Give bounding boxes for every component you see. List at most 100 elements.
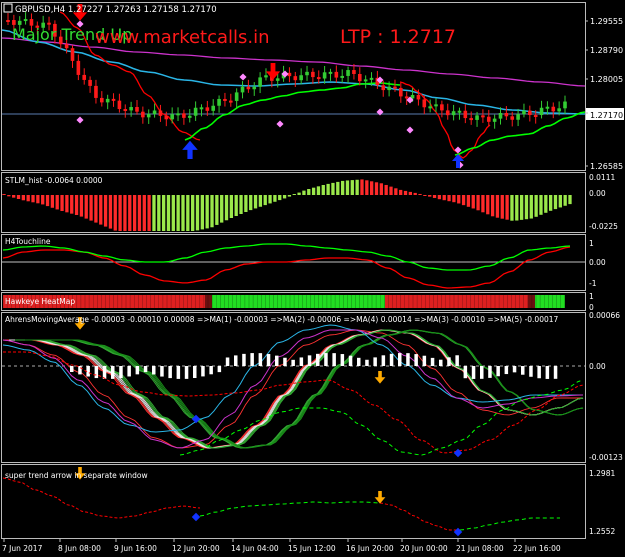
candle-body: [88, 79, 92, 86]
ama-hist-bar: [316, 353, 320, 366]
stlm-bar: [548, 195, 553, 211]
candle-body: [141, 111, 145, 118]
candle-body: [123, 109, 128, 112]
stlm-bar: [336, 181, 340, 195]
stlm-bar: [461, 195, 466, 206]
stlm-bar: [45, 195, 50, 207]
ama-hist-bar: [135, 366, 140, 375]
candle-body: [170, 114, 174, 120]
ama-hist-bar: [168, 366, 172, 379]
stlm-bar: [113, 195, 117, 231]
stlm-bar: [103, 195, 108, 227]
stlm-bar: [457, 195, 461, 204]
st-tick: 1.2552: [589, 527, 615, 536]
candle-body: [563, 101, 567, 109]
candle-body: [164, 115, 169, 120]
stlm-bar: [65, 195, 69, 213]
stlm-bar: [466, 195, 471, 207]
stlm-bar: [229, 195, 234, 218]
chart-menu-icon[interactable]: [3, 3, 13, 13]
stlm-bar: [321, 185, 325, 195]
ama-hist-bar: [217, 366, 222, 373]
stlm-bar: [166, 195, 171, 231]
candle-body: [528, 110, 532, 116]
candle-body: [363, 79, 368, 82]
stlm-bar: [292, 194, 296, 195]
stlm-bar: [442, 195, 446, 201]
stlm-bar: [282, 195, 287, 199]
stlm-bar: [505, 195, 509, 220]
stlm-bar: [452, 195, 456, 203]
stlm-bar: [355, 179, 359, 195]
ama-ribbon-line: [29, 329, 584, 449]
stlm-bar: [142, 195, 146, 231]
red-trail-line-2: [399, 81, 491, 159]
candle-body: [545, 106, 550, 109]
stlm-bar: [79, 195, 84, 217]
stlm-bar: [534, 195, 538, 217]
ama-hist-bar: [348, 355, 353, 366]
ama-hist-bar: [553, 366, 558, 379]
ama-hist-bar: [275, 355, 279, 366]
candle-body: [229, 100, 233, 103]
stlm-bar: [423, 195, 427, 196]
stlm-bar: [524, 195, 529, 220]
stlm-bar: [278, 195, 282, 201]
signal-dot: [239, 73, 247, 81]
stlm-bar: [374, 182, 379, 195]
candle-body: [258, 77, 262, 87]
h4-tick: -1: [589, 279, 597, 288]
stlm-bar: [21, 195, 26, 201]
stlm-bar: [55, 195, 59, 210]
candle-body: [316, 77, 321, 80]
stlm-bar: [326, 183, 330, 195]
candle-body: [428, 106, 432, 109]
stlm-bar: [94, 195, 98, 223]
stlm-bar: [195, 195, 200, 231]
candle-body: [551, 106, 556, 112]
ama-hist-bar: [299, 357, 304, 366]
candle-body: [399, 87, 403, 97]
ama-hist-bar: [119, 366, 123, 379]
ama-tick: -0.00123: [589, 453, 623, 462]
watermark-site: www.marketcalls.in: [95, 27, 270, 48]
ama-hist-bar: [357, 357, 361, 366]
x-axis-label: 21 Jun 08:00: [456, 544, 504, 553]
x-axis-label: 14 Jun 04:00: [231, 544, 279, 553]
candle-body: [187, 115, 192, 118]
ama-hist-bar: [406, 353, 410, 366]
stlm-bar: [476, 195, 480, 211]
heatmap-segment: [528, 295, 535, 308]
ama-ribbon-line: [11, 329, 584, 449]
x-axis-label: 22 Jun 16:00: [513, 544, 561, 553]
h4-tick: 0.00: [589, 258, 606, 267]
hawk-tick: 1: [589, 292, 594, 301]
candle-body: [64, 44, 69, 49]
candle-body: [469, 118, 473, 121]
candle-body: [135, 107, 139, 112]
stlm-bar: [481, 195, 485, 213]
candle-body: [100, 97, 104, 103]
x-axis-label: 9 Jun 16:00: [114, 544, 157, 553]
stlm-bar: [428, 195, 432, 197]
x-axis-label: 12 Jun 20:00: [172, 544, 220, 553]
candle-body: [486, 116, 491, 122]
candle-body: [94, 85, 98, 98]
ama-hist-bar: [414, 354, 418, 366]
stlm-bar: [16, 195, 21, 199]
candle-body: [211, 105, 216, 111]
candle-body: [492, 118, 497, 122]
candle-body: [322, 72, 327, 79]
candle-body: [381, 85, 386, 91]
ama-hist-bar: [537, 366, 541, 379]
candle-body: [223, 98, 227, 101]
stlm-bar: [36, 195, 40, 204]
stlm-bar: [287, 195, 292, 197]
candle-body: [404, 96, 409, 99]
ama-hist-bar: [398, 353, 402, 366]
stlm-bar: [2, 194, 6, 195]
candle-body: [457, 110, 462, 113]
trading-chart: GBPUSD,H4 1.27227 1.27263 1.27158 1.2717…: [1, 2, 624, 553]
candle-body: [146, 114, 151, 118]
stlm-bar: [220, 195, 224, 223]
